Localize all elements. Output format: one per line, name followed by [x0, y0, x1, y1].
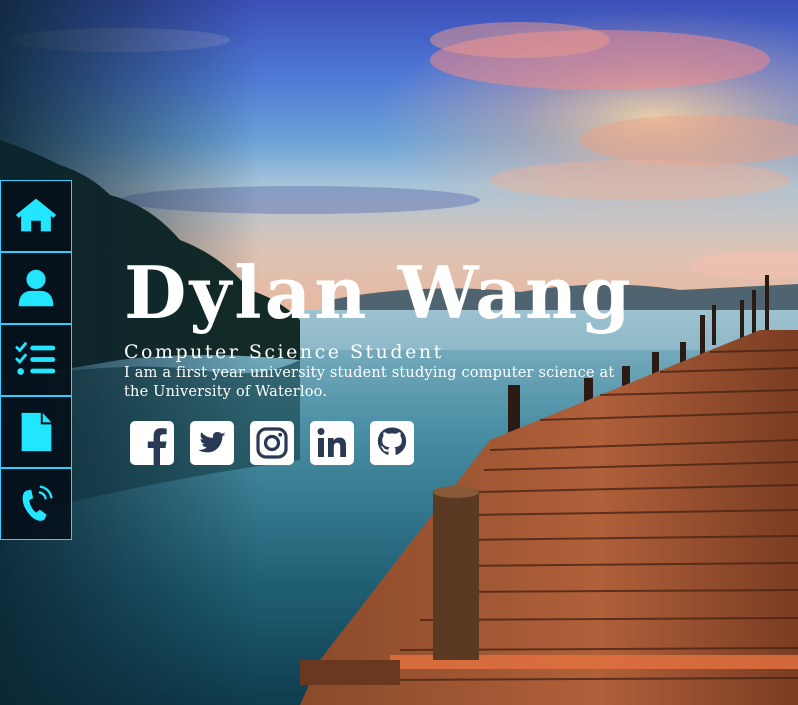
- social-links: [130, 421, 634, 465]
- page: Dylan Wang Computer Science Student I am…: [0, 0, 798, 705]
- home-icon: [15, 198, 57, 232]
- hero-name: Dylan Wang: [124, 250, 634, 335]
- nav-item-contact[interactable]: [0, 468, 72, 540]
- user-icon: [18, 269, 54, 307]
- facebook-icon: [130, 421, 174, 465]
- sidebar-nav: [0, 180, 72, 540]
- linkedin-link[interactable]: [310, 421, 354, 465]
- checklist-icon: [15, 342, 56, 375]
- hero-subtitle: Computer Science Student: [124, 341, 444, 363]
- nav-item-home[interactable]: [0, 180, 72, 252]
- instagram-icon: [250, 421, 294, 465]
- instagram-link[interactable]: [250, 421, 294, 465]
- linkedin-icon: [310, 421, 354, 465]
- nav-item-resume[interactable]: [0, 396, 72, 468]
- phone-icon: [22, 485, 53, 521]
- hero-section: Dylan Wang Computer Science Student I am…: [124, 248, 634, 465]
- nav-item-experience[interactable]: [0, 324, 72, 396]
- github-link[interactable]: [370, 421, 414, 465]
- twitter-link[interactable]: [190, 421, 234, 465]
- hero-bio: I am a first year university student stu…: [124, 365, 615, 400]
- document-icon: [21, 412, 52, 452]
- twitter-icon: [190, 421, 234, 465]
- github-icon: [370, 421, 414, 465]
- nav-item-about[interactable]: [0, 252, 72, 324]
- facebook-link[interactable]: [130, 421, 174, 465]
